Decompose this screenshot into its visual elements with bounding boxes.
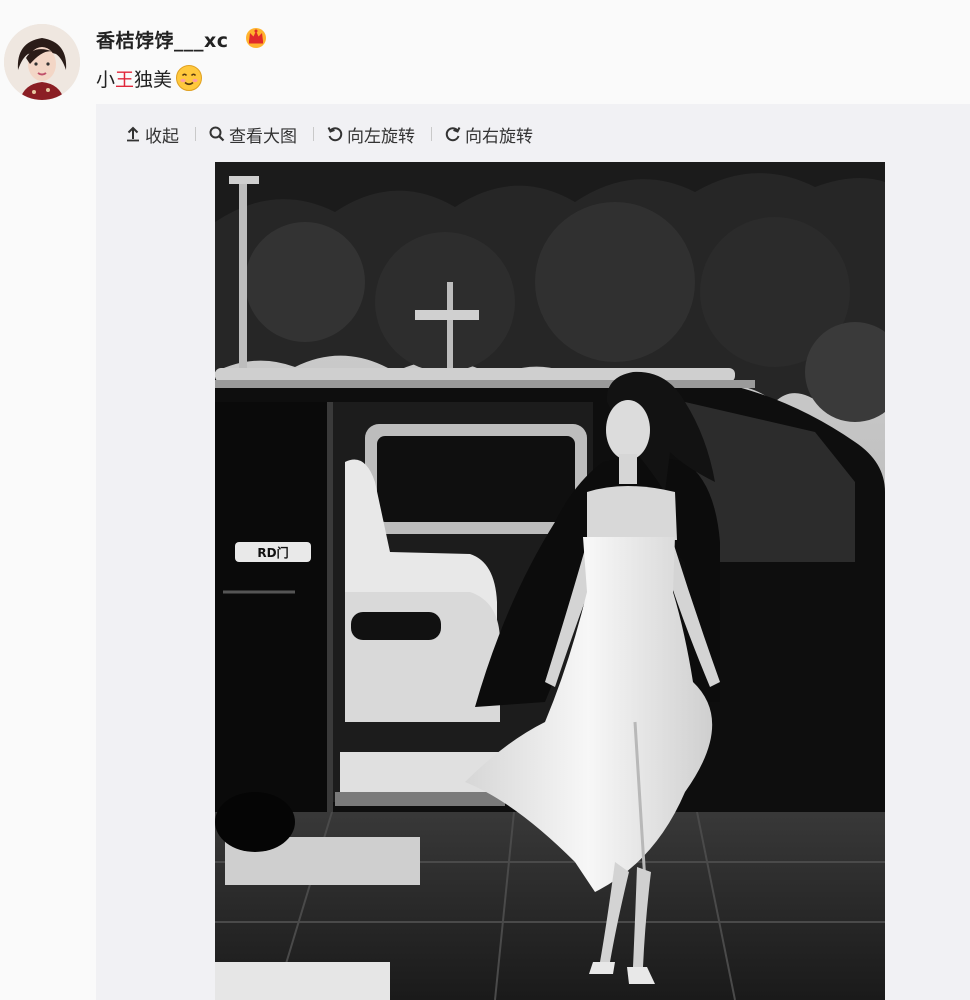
post-text-end: 独美 — [134, 68, 173, 91]
weibo-post: 香桔饽饽___xc 小王独美 收起 查看大图 向左旋转 向右旋转 RD门 — [0, 0, 970, 1000]
avatar-portrait — [4, 24, 80, 100]
toolbar-divider — [195, 127, 196, 141]
toolbar-divider — [313, 127, 314, 141]
rotate-right-label: 向右旋转 — [465, 126, 533, 147]
crown-icon — [246, 28, 266, 48]
collapse-button[interactable]: 收起 — [124, 122, 179, 147]
photo-plate-text: RD门 — [257, 545, 288, 560]
rotate-right-icon — [445, 127, 461, 142]
smile-emoji-icon — [176, 65, 203, 91]
post-photo[interactable]: RD门 — [215, 162, 885, 1000]
post-text: 小王独美 — [96, 64, 203, 92]
rotate-left-icon — [327, 127, 343, 142]
username[interactable]: 香桔饽饽___xc — [96, 26, 229, 53]
avatar[interactable] — [4, 24, 80, 100]
image-toolbar: 收起 查看大图 向左旋转 向右旋转 — [124, 121, 533, 147]
rotate-left-button[interactable]: 向左旋转 — [326, 122, 415, 147]
toolbar-divider — [431, 127, 432, 141]
search-icon — [209, 126, 225, 142]
rotate-left-label: 向左旋转 — [347, 126, 415, 147]
photo-woman-exiting-van: RD门 — [215, 162, 885, 1000]
media-panel: 收起 查看大图 向左旋转 向右旋转 RD门 — [96, 104, 970, 1000]
post-text-highlight: 王 — [115, 68, 135, 91]
rotate-right-button[interactable]: 向右旋转 — [444, 122, 533, 147]
collapse-up-icon — [127, 126, 139, 142]
collapse-label: 收起 — [145, 126, 179, 147]
view-large-button[interactable]: 查看大图 — [208, 122, 297, 147]
view-large-label: 查看大图 — [229, 126, 297, 147]
post-text-start: 小 — [96, 68, 116, 91]
